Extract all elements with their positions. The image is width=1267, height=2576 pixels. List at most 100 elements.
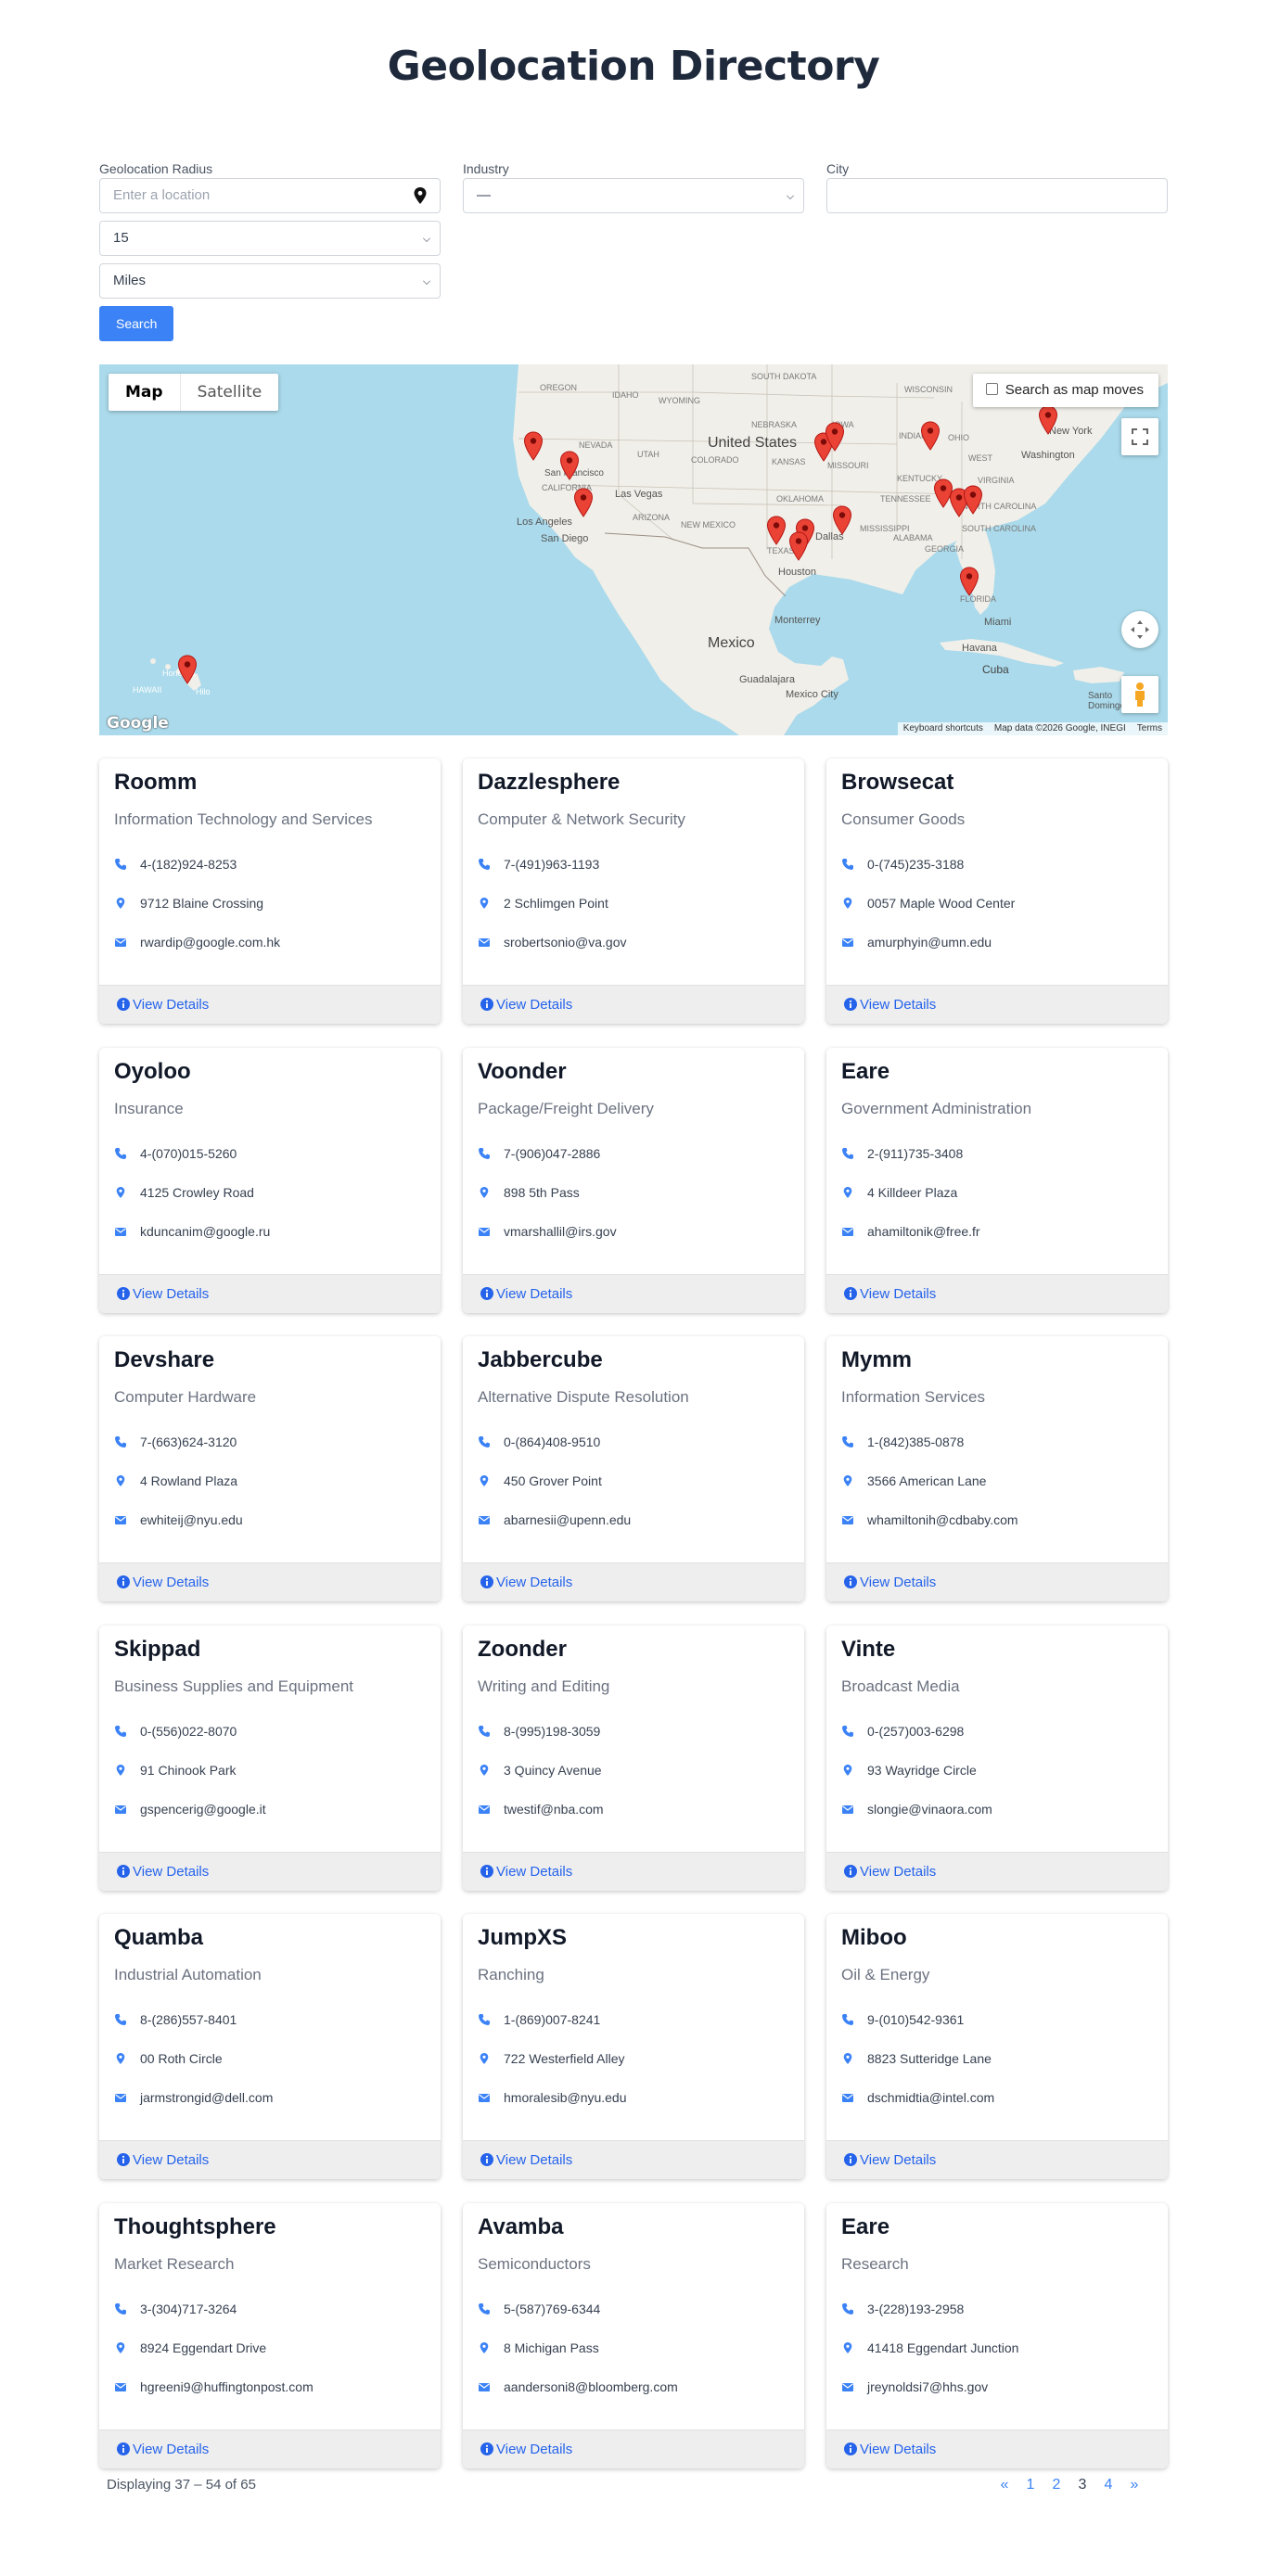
view-details-link[interactable]: View Details xyxy=(116,1575,209,1590)
location-pin-icon xyxy=(843,1765,852,1776)
location-pin-icon xyxy=(116,1765,125,1776)
pagination-next[interactable]: » xyxy=(1121,2474,1147,2496)
unit-select[interactable]: Miles xyxy=(99,263,441,299)
company-email-text: amurphyin@umn.edu xyxy=(867,935,992,950)
company-email: srobertsonio@va.gov xyxy=(478,933,627,951)
street-view-button[interactable] xyxy=(1121,676,1158,713)
company-card: Zoonder Writing and Editing 8-(995)198-305… xyxy=(463,1626,804,1891)
company-card: JumpXS Ranching 1-(869)007-8241 722 Westerf… xyxy=(463,1914,804,2179)
company-phone: 3-(228)193-2958 xyxy=(841,2300,964,2318)
pagination-page-4[interactable]: 4 xyxy=(1095,2474,1121,2496)
search-as-map-moves-checkbox[interactable] xyxy=(985,383,998,395)
company-email-text: srobertsonio@va.gov xyxy=(504,935,627,950)
view-details-link[interactable]: View Details xyxy=(480,2442,572,2457)
camera-control-button[interactable] xyxy=(1121,611,1158,648)
map-label-houston: Houston xyxy=(778,567,816,578)
map-marker[interactable] xyxy=(1038,405,1058,435)
geolocation-radius-label: Geolocation Radius xyxy=(99,161,213,176)
location-input[interactable]: Enter a location xyxy=(99,178,441,213)
map-label-arizona: ARIZONA xyxy=(633,513,671,522)
map-marker[interactable] xyxy=(959,567,979,596)
info-icon xyxy=(480,1575,493,1588)
company-address: 3566 American Lane xyxy=(841,1472,986,1490)
terms-link[interactable]: Terms xyxy=(1137,722,1162,735)
keyboard-shortcuts-link[interactable]: Keyboard shortcuts xyxy=(903,722,983,735)
company-card: Roomm Information Technology and Services… xyxy=(99,759,441,1024)
info-icon xyxy=(844,1865,857,1878)
distance-select[interactable]: 15 xyxy=(99,221,441,256)
map-marker[interactable] xyxy=(825,422,845,452)
view-details-link[interactable]: View Details xyxy=(843,1575,936,1590)
company-name: Jabbercube xyxy=(478,1347,603,1372)
industry-select[interactable]: — xyxy=(463,178,804,213)
pagination-page-3-current[interactable]: 3 xyxy=(1069,2474,1095,2496)
pagination-page-2[interactable]: 2 xyxy=(1043,2474,1069,2496)
map-type-toggle: Map Satellite xyxy=(109,374,279,411)
map-label-wyoming: WYOMING xyxy=(659,396,700,405)
fullscreen-button[interactable] xyxy=(1121,418,1158,455)
location-pin-icon[interactable] xyxy=(412,186,429,205)
company-email: aandersoni8@bloomberg.com xyxy=(478,2378,678,2396)
map-marker[interactable] xyxy=(832,505,852,535)
envelope-icon xyxy=(115,2094,126,2102)
city-input[interactable] xyxy=(826,178,1168,213)
map-marker[interactable] xyxy=(920,421,941,451)
info-icon xyxy=(480,2442,493,2455)
company-address-text: 4 Killdeer Plaza xyxy=(867,1185,958,1200)
view-details-link[interactable]: View Details xyxy=(480,997,572,1013)
view-details-link[interactable]: View Details xyxy=(480,1575,572,1590)
view-details-label: View Details xyxy=(860,1286,937,1302)
view-details-label: View Details xyxy=(133,2442,210,2457)
map-label-new-mexico: NEW MEXICO xyxy=(681,520,736,529)
view-details-link[interactable]: View Details xyxy=(116,1286,209,1302)
map-label-guadalajara: Guadalajara xyxy=(739,674,795,685)
company-phone: 3-(304)717-3264 xyxy=(114,2300,237,2318)
view-details-link[interactable]: View Details xyxy=(116,2442,209,2457)
info-icon xyxy=(844,2153,857,2166)
company-address-text: 41418 Eggendart Junction xyxy=(867,2340,1019,2355)
map-marker[interactable] xyxy=(788,531,809,561)
map-marker[interactable] xyxy=(559,451,580,480)
search-as-map-moves[interactable]: Search as map moves xyxy=(972,374,1158,407)
company-email: kduncanim@google.ru xyxy=(114,1222,270,1241)
company-industry: Package/Freight Delivery xyxy=(478,1100,654,1117)
view-details-link[interactable]: View Details xyxy=(843,997,936,1013)
company-phone: 2-(911)735-3408 xyxy=(841,1144,963,1163)
view-details-link[interactable]: View Details xyxy=(480,1864,572,1880)
map-marker[interactable] xyxy=(573,488,594,517)
phone-icon xyxy=(115,1726,126,1737)
pagination-page-1[interactable]: 1 xyxy=(1017,2474,1043,2496)
envelope-icon xyxy=(842,2094,853,2102)
company-phone-text: 7-(663)624-3120 xyxy=(140,1435,237,1449)
view-details-link[interactable]: View Details xyxy=(480,2152,572,2168)
view-details-link[interactable]: View Details xyxy=(480,1286,572,1302)
company-email: amurphyin@umn.edu xyxy=(841,933,992,951)
map-marker[interactable] xyxy=(766,516,787,545)
map-type-satellite[interactable]: Satellite xyxy=(181,374,279,411)
view-details-link[interactable]: View Details xyxy=(843,2152,936,2168)
view-details-link[interactable]: View Details xyxy=(116,1864,209,1880)
map-label-virginia: VIRGINIA xyxy=(978,476,1015,485)
company-address-text: 2 Schlimgen Point xyxy=(504,896,608,911)
map-marker[interactable] xyxy=(963,485,983,515)
map-label-georgia: GEORGIA xyxy=(925,544,965,554)
view-details-link[interactable]: View Details xyxy=(843,1286,936,1302)
view-details-link[interactable]: View Details xyxy=(843,2442,936,2457)
view-details-link[interactable]: View Details xyxy=(843,1864,936,1880)
map-marker[interactable] xyxy=(177,655,198,684)
map-type-map[interactable]: Map xyxy=(109,374,181,411)
search-button[interactable]: Search xyxy=(99,306,174,341)
company-address-text: 3 Quincy Avenue xyxy=(504,1763,602,1778)
map-marker[interactable] xyxy=(523,431,544,461)
view-details-link[interactable]: View Details xyxy=(116,2152,209,2168)
location-pin-icon xyxy=(480,1765,489,1776)
pagination-prev[interactable]: « xyxy=(992,2474,1017,2496)
map[interactable]: United States Mexico Cuba OREGON IDAHO W… xyxy=(99,364,1168,735)
envelope-icon xyxy=(842,2383,853,2391)
company-industry: Research xyxy=(841,2255,909,2273)
map-data-text: Map data ©2026 Google, INEGI xyxy=(993,723,1126,733)
view-details-link[interactable]: View Details xyxy=(116,997,209,1013)
company-card: Voonder Package/Freight Delivery 7-(906)04… xyxy=(463,1048,804,1313)
company-phone: 1-(842)385-0878 xyxy=(841,1433,964,1451)
company-card: Quamba Industrial Automation 8-(286)557-84… xyxy=(99,1914,441,2179)
